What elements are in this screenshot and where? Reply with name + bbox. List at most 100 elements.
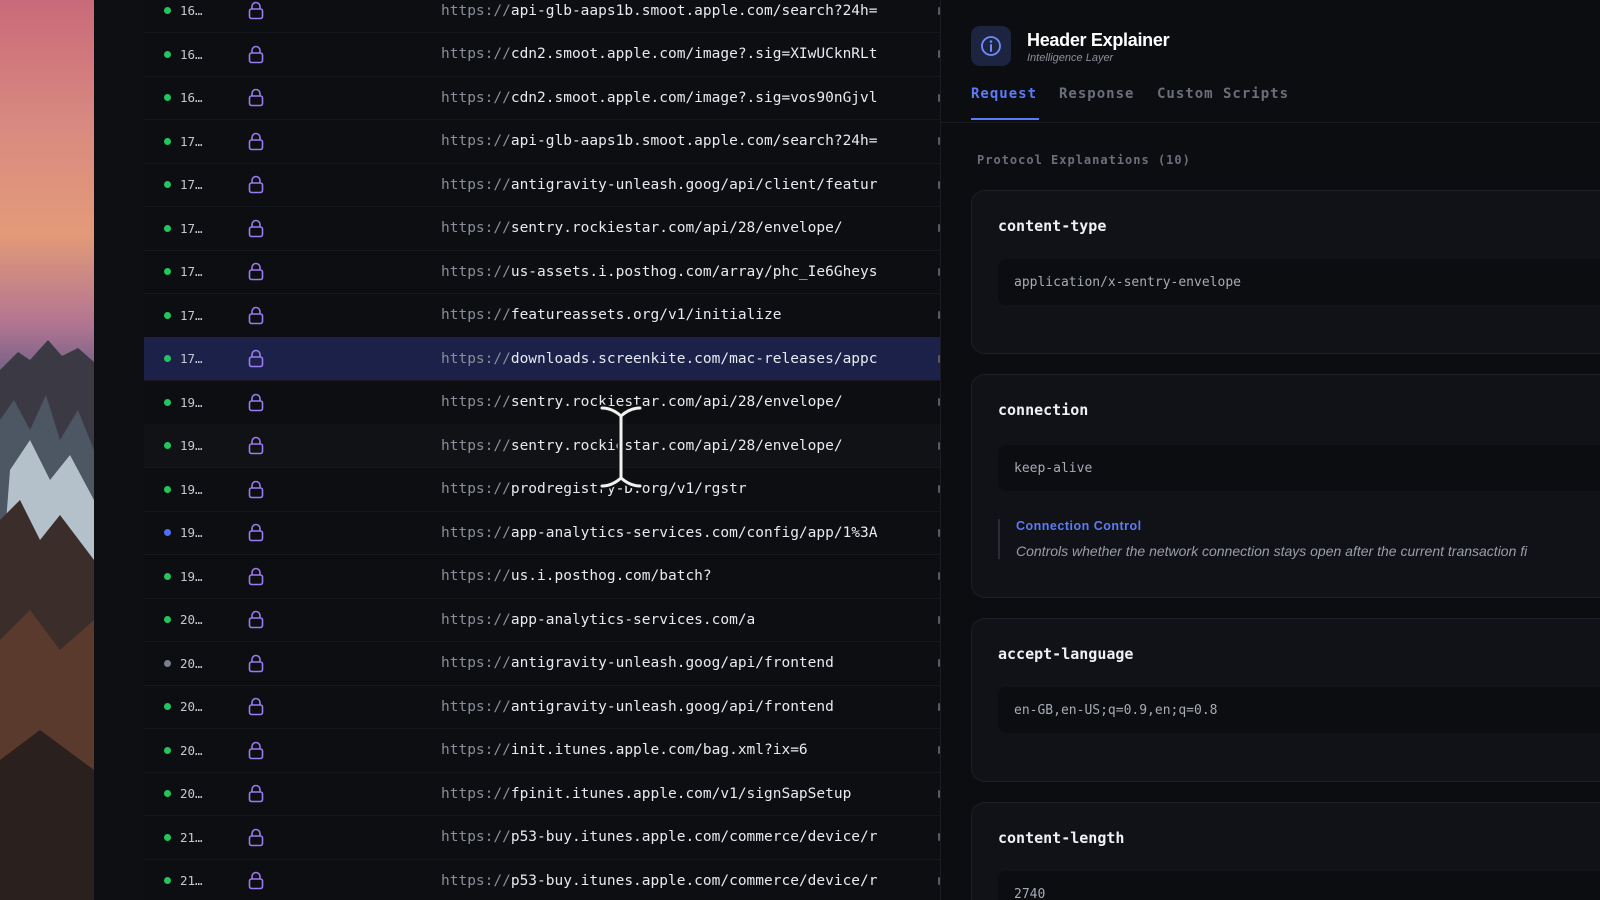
- header-value[interactable]: en-GB,en-US;q=0.9,en;q=0.8: [998, 687, 1600, 733]
- table-row[interactable]: 21… https://p53-buy.itunes.apple.com/comm…: [144, 859, 940, 900]
- url-host-path: p53-buy.itunes.apple.com/commerce/device…: [510, 829, 878, 845]
- table-row[interactable]: 17… https://antigravity-unleash.goog/api/…: [144, 163, 940, 207]
- table-row[interactable]: 19… https://prodregistry-D.org/v1/rgstr: [144, 468, 940, 512]
- status-dot: [164, 790, 171, 797]
- header-value[interactable]: application/x-sentry-envelope: [998, 259, 1600, 305]
- request-time: 16…: [180, 46, 203, 62]
- header-card-content-length: content-length 2740: [971, 802, 1600, 900]
- request-url: https://api-glb-aaps1b.smoot.apple.com/s…: [441, 3, 901, 19]
- url-host-path: downloads.screenkite.com/mac-releases/ap…: [510, 350, 878, 367]
- table-row[interactable]: 20… https://antigravity-unleash.goog/api/…: [144, 685, 940, 729]
- request-url: https://sentry.rockiestar.com/api/28/env…: [441, 394, 901, 410]
- request-url: https://cdn2.smoot.apple.com/image?.sig=…: [441, 46, 901, 62]
- request-time: 17…: [180, 133, 203, 149]
- url-host-path: us-assets.i.posthog.com/array/phc_Ie6Ghe…: [510, 263, 878, 280]
- table-row[interactable]: 19… https://sentry.rockiestar.com/api/28/…: [144, 424, 940, 468]
- table-row[interactable]: 16… https://cdn2.smoot.apple.com/image?.s…: [144, 33, 940, 77]
- status-dot: [164, 529, 171, 536]
- table-row[interactable]: 19… https://app-analytics-services.com/co…: [144, 511, 940, 555]
- url-scheme: https://: [441, 568, 511, 584]
- request-url: https://antigravity-unleash.goog/api/fro…: [441, 699, 901, 715]
- request-url: https://us.i.posthog.com/batch?: [441, 568, 901, 584]
- lock-icon: [248, 654, 264, 672]
- header-value[interactable]: 2740: [998, 871, 1600, 900]
- url-scheme: https://: [441, 133, 511, 149]
- active-tab-indicator: [971, 118, 1039, 120]
- request-time: 21…: [180, 873, 203, 888]
- request-time: 17…: [180, 177, 203, 192]
- table-row[interactable]: 16… https://api-glb-aaps1b.smoot.apple.co…: [144, 0, 940, 33]
- lock-icon: [248, 1, 264, 20]
- table-row[interactable]: 17… https://downloads.screenkite.com/mac-…: [144, 337, 940, 381]
- header-name: connection: [998, 401, 1089, 419]
- url-host-path: antigravity-unleash.goog/api/client/feat…: [510, 176, 878, 193]
- url-host-path: api-glb-aaps1b.smoot.apple.com/search?24…: [510, 2, 878, 19]
- header-explainer-panel: Header Explainer Intelligence Layer Requ…: [940, 0, 1600, 900]
- request-time: 20…: [180, 699, 203, 714]
- tab-request[interactable]: Request: [971, 86, 1037, 102]
- section-label: Protocol Explanations (10): [977, 153, 1191, 167]
- request-url: https://featureassets.org/v1/initialize: [441, 307, 901, 323]
- url-host-path: p53-buy.itunes.apple.com/commerce/device…: [510, 872, 878, 889]
- url-host-path: antigravity-unleash.goog/api/frontend: [510, 698, 834, 715]
- request-url: https://p53-buy.itunes.apple.com/commerc…: [441, 873, 901, 889]
- url-host-path: antigravity-unleash.goog/api/frontend: [510, 655, 834, 671]
- request-url: https://p53-buy.itunes.apple.com/commerc…: [441, 829, 901, 845]
- status-dot: [164, 355, 171, 362]
- table-row[interactable]: 17… https://api-glb-aaps1b.smoot.apple.co…: [144, 120, 940, 164]
- table-row[interactable]: 20… https://init.itunes.apple.com/bag.xml…: [144, 729, 940, 773]
- request-url: https://downloads.screenkite.com/mac-rel…: [441, 351, 901, 367]
- table-row[interactable]: 20… https://antigravity-unleash.goog/api/…: [144, 642, 940, 686]
- status-dot: [164, 877, 171, 884]
- status-dot: [164, 181, 171, 188]
- lock-icon: [248, 871, 264, 890]
- lock-icon: [248, 219, 264, 237]
- url-scheme: https://: [441, 220, 511, 236]
- tab-response[interactable]: Response: [1059, 86, 1134, 102]
- status-dot: [164, 224, 171, 232]
- table-row[interactable]: 21… https://p53-buy.itunes.apple.com/comm…: [144, 816, 940, 860]
- lock-icon: [248, 436, 264, 455]
- lock-icon: [248, 784, 264, 803]
- header-value[interactable]: keep-alive: [998, 445, 1600, 491]
- lock-icon: [248, 523, 264, 542]
- explanation: Connection Control Controls whether the …: [998, 519, 1600, 559]
- explanation-text: Controls whether the network connection …: [1016, 543, 1528, 559]
- url-scheme: https://: [441, 350, 511, 367]
- request-url: https://fpinit.itunes.apple.com/v1/signS…: [441, 786, 901, 802]
- sidebar-gutter: [94, 0, 144, 900]
- url-scheme: https://: [441, 481, 511, 497]
- table-row[interactable]: 19… https://us.i.posthog.com/batch?: [144, 555, 940, 599]
- url-host-path: us.i.posthog.com/batch?: [510, 568, 712, 584]
- status-dot: [164, 137, 171, 145]
- panel-title: Header Explainer: [1027, 30, 1170, 50]
- url-scheme: https://: [441, 611, 511, 628]
- request-time: 17…: [180, 220, 203, 236]
- status-dot: [164, 7, 171, 14]
- table-row[interactable]: 17… https://us-assets.i.posthog.com/array…: [144, 250, 940, 294]
- table-row[interactable]: 17… https://sentry.rockiestar.com/api/28/…: [144, 207, 940, 251]
- tab-custom-scripts[interactable]: Custom Scripts: [1157, 86, 1289, 102]
- url-host-path: sentry.rockiestar.com/api/28/envelope/: [510, 394, 843, 410]
- request-url: https://api-glb-aaps1b.smoot.apple.com/s…: [441, 133, 901, 149]
- url-host-path: api-glb-aaps1b.smoot.apple.com/search?24…: [510, 133, 878, 149]
- request-time: 19…: [180, 568, 203, 584]
- request-url: https://app-analytics-services.com/a: [441, 612, 901, 628]
- request-time: 20…: [180, 612, 203, 627]
- request-list[interactable]: 16… https://api-glb-aaps1b.smoot.apple.co…: [144, 0, 940, 900]
- url-scheme: https://: [441, 176, 511, 193]
- request-url: https://sentry.rockiestar.com/api/28/env…: [441, 220, 901, 236]
- lock-icon: [248, 262, 264, 281]
- table-row[interactable]: 16… https://cdn2.smoot.apple.com/image?.s…: [144, 76, 940, 120]
- request-url: https://prodregistry-D.org/v1/rgstr: [441, 481, 901, 497]
- url-scheme: https://: [441, 785, 511, 802]
- table-row[interactable]: 20… https://fpinit.itunes.apple.com/v1/si…: [144, 772, 940, 816]
- request-time: 19…: [180, 438, 203, 453]
- table-row[interactable]: 19… https://sentry.rockiestar.com/api/28/…: [144, 381, 940, 425]
- lock-icon: [248, 45, 264, 63]
- divider: [941, 122, 1600, 123]
- url-scheme: https://: [441, 89, 511, 106]
- table-row[interactable]: 17… https://featureassets.org/v1/initiali…: [144, 294, 940, 338]
- request-time: 20…: [180, 786, 203, 801]
- table-row[interactable]: 20… https://app-analytics-services.com/a: [144, 598, 940, 642]
